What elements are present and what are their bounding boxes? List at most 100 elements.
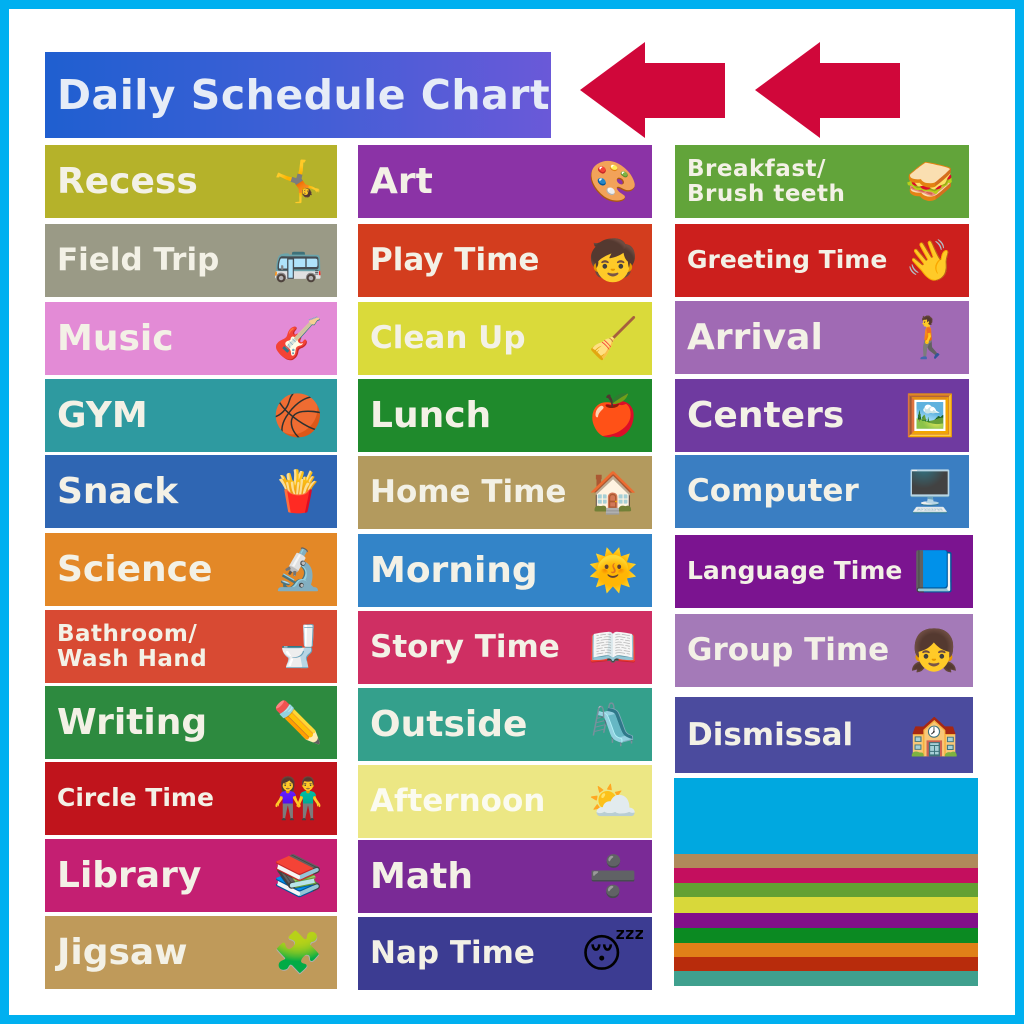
card-label: Math [370,855,473,897]
blank-card [674,883,978,897]
guitar-icon: 🎸 [273,315,323,362]
card-label: Library [57,854,202,896]
schedule-card-circle-time: Circle Time 👫 [45,762,337,835]
schedule-card-group-time: Group Time 👧 [675,614,973,687]
card-label: Outside [370,703,528,745]
card-label: Breakfast/ Brush teeth [687,156,846,207]
math-symbols-icon: ➗ [588,853,638,900]
schedule-card-dismissal: Dismissal 🏫 [675,697,973,773]
sun-hill-icon: ⛅ [588,778,638,825]
blank-card [674,778,978,854]
kids-playing-icon: 🧒 [588,237,638,284]
schedule-card-music: Music 🎸 [45,302,337,375]
card-label: Recess [57,160,198,202]
pencil-paper-icon: ✏️ [273,699,323,746]
card-label: Snack [57,470,179,512]
blank-card [674,971,978,986]
blank-card [674,868,978,883]
schedule-card-bathroom-wash-hand: Bathroom/ Wash Hand 🚽 [45,610,337,683]
chips-bag-icon: 🍟 [273,468,323,515]
lunch-bag-icon: 🍎 [588,392,638,439]
card-label: Science [57,548,213,590]
schedule-card-field-trip: Field Trip 🚌 [45,224,337,297]
blank-card [674,957,978,971]
kids-circle-icon: 👫 [273,775,323,822]
card-label: GYM [57,394,148,436]
card-label: Art [370,160,433,202]
jump-rope-kids-icon: 🤸 [273,158,323,205]
card-label: Jigsaw [57,931,188,973]
book-stack-icon: 📚 [273,852,323,899]
schedule-card-science: Science 🔬 [45,533,337,606]
card-label: Circle Time [57,783,214,813]
toilet-faucet-icon: 🚽 [273,623,323,670]
card-label: Dismissal [687,716,854,753]
schedule-card-nap-time: Nap Time 😴 [358,917,652,990]
lab-equipment-icon: 🔬 [273,546,323,593]
schedule-card-math: Math ➗ [358,840,652,913]
schoolhouse-icon: 🏫 [909,712,959,758]
card-label: Arrival [687,316,823,358]
schedule-card-library: Library 📚 [45,839,337,912]
blank-card [674,913,978,928]
schedule-card-centers: Centers 🖼️ [675,379,969,452]
schedule-card-outside: Outside 🛝 [358,688,652,761]
card-label: Field Trip [57,242,220,279]
schedule-card-recess: Recess 🤸 [45,145,337,218]
smiling-sun-icon: 🌞 [588,547,638,594]
schedule-card-jigsaw: Jigsaw 🧩 [45,916,337,989]
card-label: Play Time [370,242,540,279]
card-label: Clean Up [370,320,526,357]
card-label: Language Time [687,556,903,586]
card-label: Lunch [370,394,492,436]
left-arrow-icon [755,42,900,138]
schedule-card-snack: Snack 🍟 [45,455,337,528]
puzzle-icon: 🧩 [273,929,323,976]
family-reading-icon: 📖 [588,624,638,671]
schedule-card-language-time: Language Time 📘 [675,535,973,608]
schedule-card-lunch: Lunch 🍎 [358,379,652,452]
boy-cleaning-icon: 🧹 [588,315,638,362]
card-label: Computer [687,473,859,510]
sandwich-tooth-icon: 🥪 [905,158,955,205]
card-label: Afternoon [370,783,546,820]
schedule-card-story-time: Story Time 📖 [358,611,652,684]
schedule-card-greeting-time: Greeting Time 👋 [675,224,969,297]
schedule-card-play-time: Play Time 🧒 [358,224,652,297]
schedule-card-morning: Morning 🌞 [358,534,652,607]
card-label: Group Time [687,632,890,669]
page-title: Daily Schedule Chart [57,71,551,119]
blank-card [674,897,978,913]
waving-hands-icon: 👋 [905,237,955,284]
card-label: Writing [57,701,208,743]
card-label: Centers [687,394,845,436]
schedule-card-computer: Computer 🖥️ [675,455,969,528]
schedule-card-arrival: Arrival 🚶 [675,301,969,374]
easel-girl-icon: 🎨 [588,158,638,205]
boy-easel-icon: 🖼️ [905,392,955,439]
schedule-card-home-time: Home Time 🏠 [358,456,652,529]
schedule-card-writing: Writing ✏️ [45,686,337,759]
card-label: Bathroom/ Wash Hand [57,621,208,672]
slide-icon: 🛝 [588,701,638,748]
kids-at-desks-icon: 👧 [909,627,959,674]
basketball-icon: 🏀 [273,392,323,439]
monitor-icon: 🖥️ [905,468,955,515]
blank-cards-stack [674,778,978,992]
schedule-card-breakfast-brush-teeth: Breakfast/ Brush teeth 🥪 [675,145,969,218]
title-banner: Daily Schedule Chart [45,52,551,138]
sleeping-girl-icon: 😴 [580,930,646,977]
schedule-card-afternoon: Afternoon ⛅ [358,765,652,838]
card-label: Nap Time [370,935,535,972]
card-label: Home Time [370,474,567,511]
blank-card [674,928,978,943]
kids-walking-icon: 🚶 [905,314,955,361]
schedule-card-art: Art 🎨 [358,145,652,218]
house-icon: 🏠 [588,469,638,516]
school-bus-icon: 🚌 [273,237,323,284]
card-label: Morning [370,549,538,591]
left-arrow-icon [580,42,725,138]
schedule-card-clean-up: Clean Up 🧹 [358,302,652,375]
blank-card [674,854,978,868]
boy-reading-icon: 📘 [909,548,959,595]
